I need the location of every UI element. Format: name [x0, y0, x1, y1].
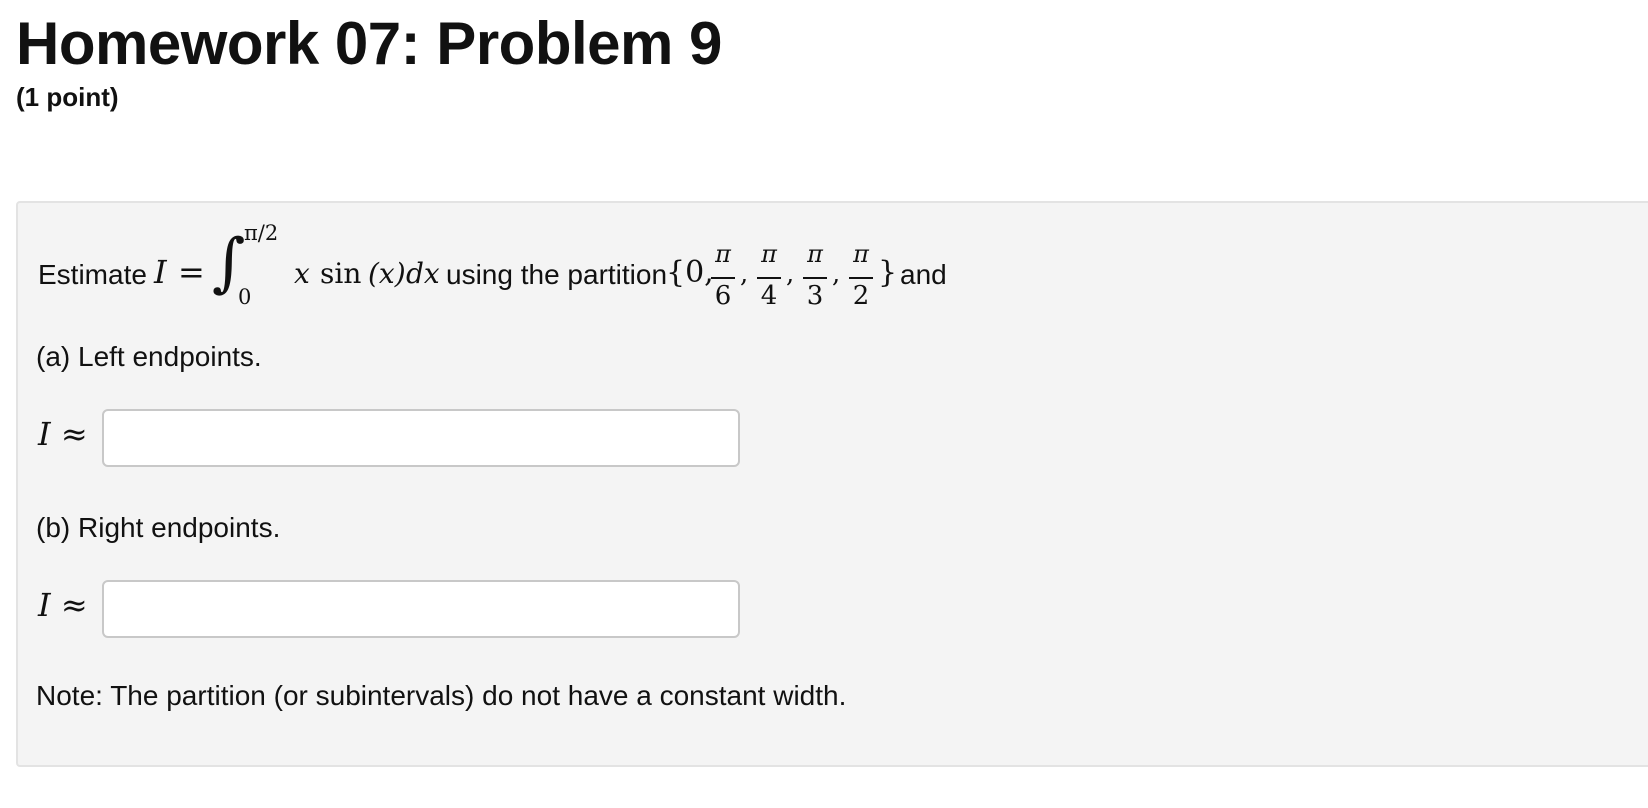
page-title: Homework 07: Problem 9 [16, 10, 722, 77]
approx-symbol: ≈ [60, 586, 88, 624]
answer-variable: I [38, 586, 51, 624]
fraction-bar [849, 277, 873, 279]
part-a-label: (a) Left endpoints. [36, 341, 262, 372]
stem-suffix: and [900, 259, 947, 290]
integral-variable: I [154, 253, 167, 291]
partition-open: {0, [666, 255, 714, 290]
equals-sign: = [178, 253, 205, 291]
problem-note: Note: The partition (or subintervals) do… [36, 680, 847, 711]
fraction-numerator: π [761, 240, 777, 268]
problem-statement: Estimate I = ∫ π/2 0 x sin (x) dx using … [38, 221, 1038, 321]
fraction-bar [711, 277, 735, 279]
point-value: (1 point) [16, 82, 119, 112]
integral-upper-limit: π/2 [244, 221, 279, 245]
integrand-x: x [294, 257, 310, 290]
part-a-answer-input[interactable] [102, 409, 740, 467]
partition-comma: , [740, 259, 749, 289]
part-b-answer-input[interactable] [102, 580, 740, 638]
part-b-answer-label: I ≈ [38, 586, 88, 624]
part-a-answer-label: I ≈ [38, 415, 88, 453]
stem-middle: using the partition [446, 259, 668, 290]
fraction-denominator: 6 [714, 281, 732, 311]
fraction-numerator: π [807, 240, 823, 268]
answer-variable: I [38, 415, 51, 453]
fraction-bar [803, 277, 827, 279]
partition-comma: , [832, 259, 841, 289]
fraction-denominator: 2 [852, 281, 870, 311]
integrand-argument: (x) [368, 257, 406, 290]
approx-symbol: ≈ [60, 415, 88, 453]
fraction-numerator: π [715, 240, 731, 268]
partition-close: } [878, 255, 898, 290]
part-b-label: (b) Right endpoints. [36, 512, 281, 543]
stem-prefix: Estimate [38, 259, 147, 290]
integrand-sin: sin [320, 257, 362, 290]
fraction-numerator: π [853, 240, 869, 268]
integral-lower-limit: 0 [238, 285, 252, 309]
fraction-denominator: 4 [760, 281, 778, 311]
integrand-dx: dx [406, 257, 440, 290]
partition-comma: , [786, 259, 795, 289]
fraction-bar [757, 277, 781, 279]
problem-body: Estimate I = ∫ π/2 0 x sin (x) dx using … [16, 201, 1648, 767]
fraction-denominator: 3 [806, 281, 824, 311]
